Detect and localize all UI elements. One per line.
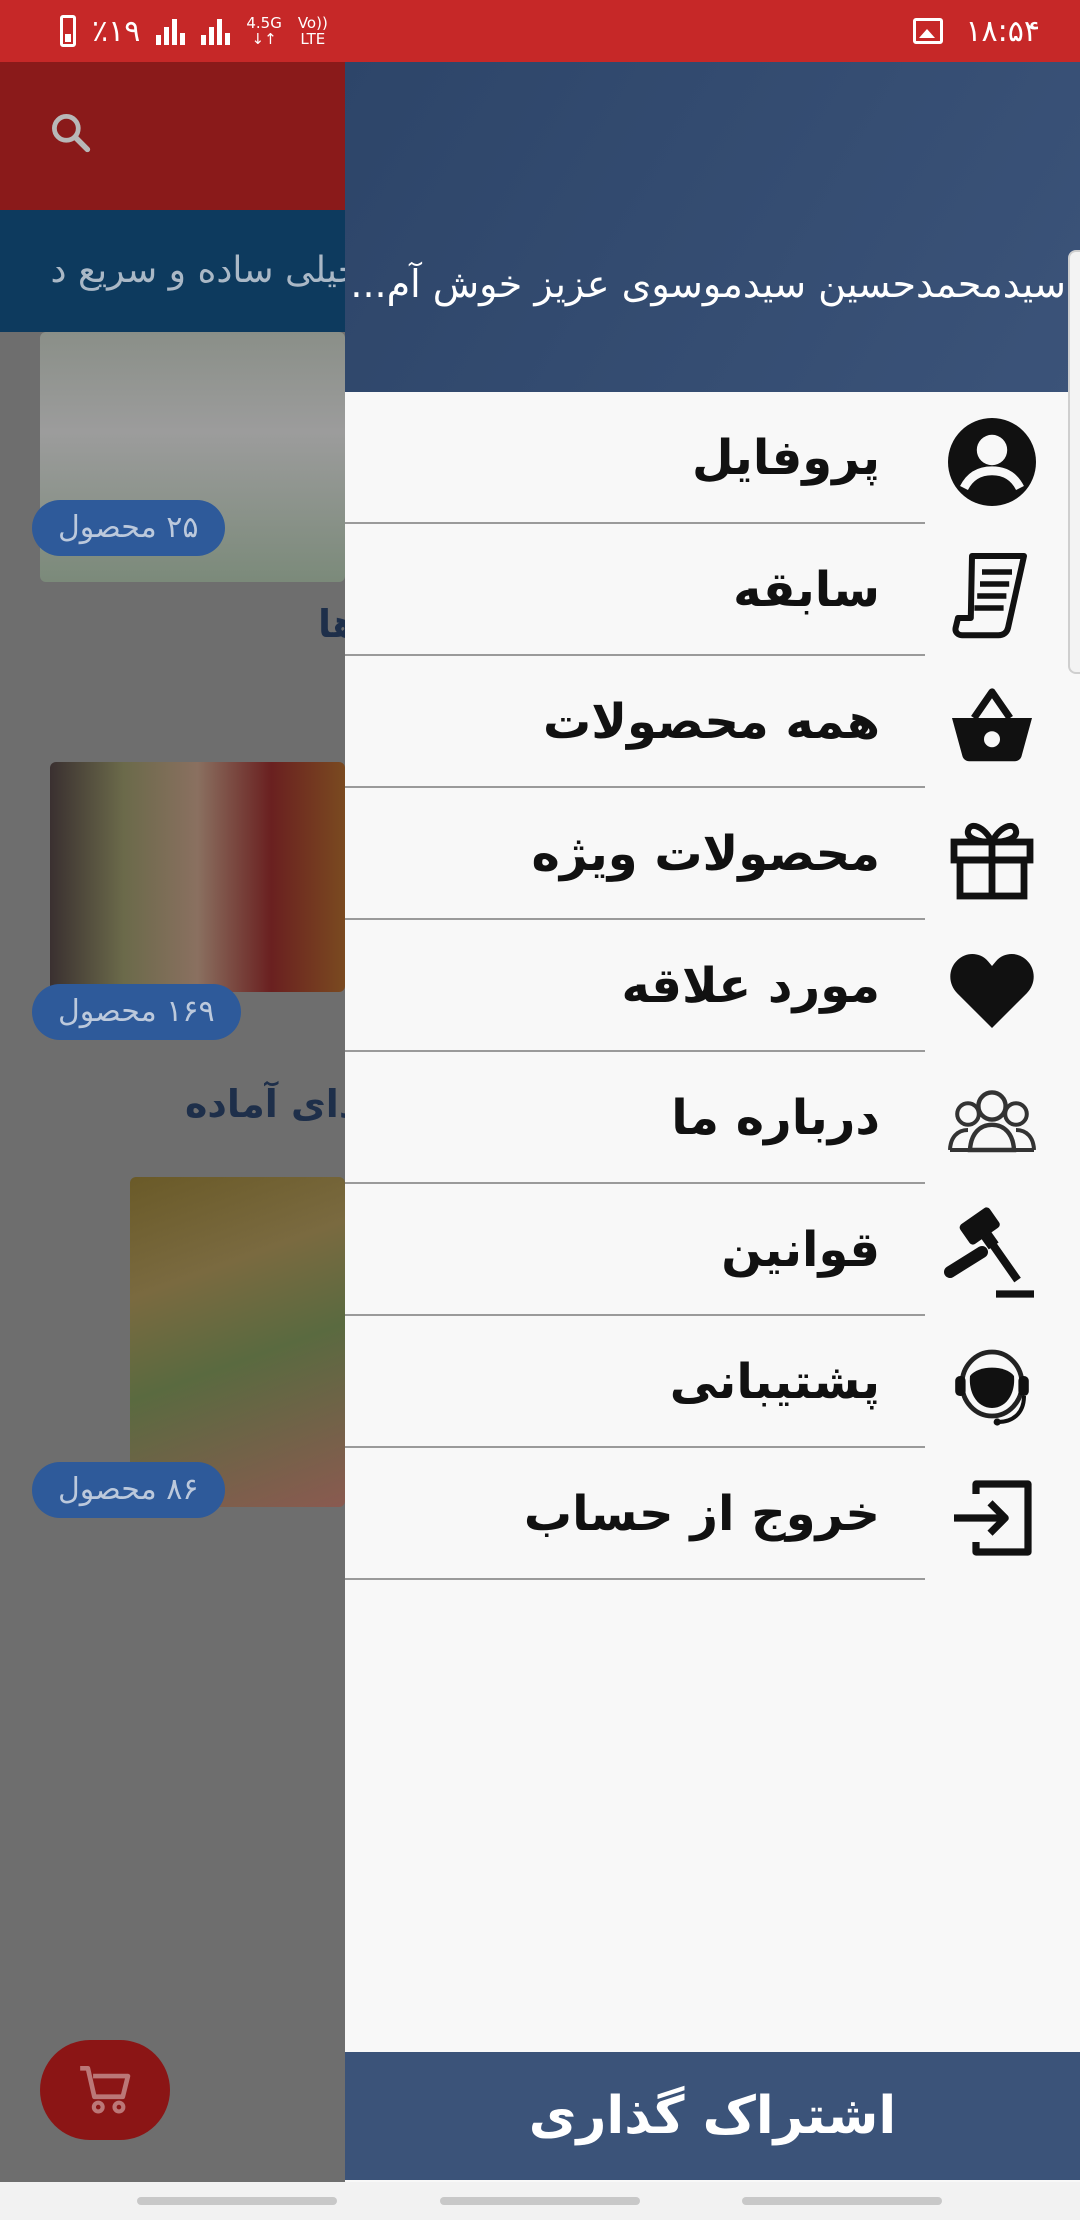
welcome-text: سیدمحمدحسین سیدموسوی عزیز خوش آم... [350, 262, 1066, 306]
drawer-menu: پروفایل سابقه همه محصولات محصولات ویژه م… [345, 392, 1080, 1580]
menu-item-terms[interactable]: قوانین [345, 1184, 1080, 1316]
navigation-drawer: سیدمحمدحسین سیدموسوی عزیز خوش آم... پروف… [345, 62, 1080, 2182]
system-navigation-bar [0, 2182, 1080, 2220]
image-notification-icon [913, 18, 944, 44]
nav-back[interactable] [742, 2197, 942, 2205]
menu-item-label: همه محصولات [543, 694, 880, 750]
menu-item-label: خروج از حساب [523, 1486, 880, 1542]
gift-icon [950, 822, 1034, 900]
drawer-header: سیدمحمدحسین سیدموسوی عزیز خوش آم... [345, 62, 1080, 392]
cart-icon [80, 2066, 131, 2114]
account-circle-icon [948, 418, 1036, 506]
status-right: ۱۸:۵۴ [913, 14, 1040, 49]
shopping-basket-icon [952, 688, 1032, 762]
gavel-icon [944, 1207, 1034, 1298]
volte-indicator: Vo)) LTE [297, 14, 328, 48]
headset-support-icon [955, 1349, 1029, 1426]
signal-icon [156, 17, 186, 45]
signal-icon-2 [201, 17, 231, 45]
heart-icon [950, 954, 1034, 1028]
category-image-drinks[interactable] [50, 762, 345, 992]
menu-item-label: قوانین [721, 1222, 880, 1278]
battery-percent: ٪۱۹ [92, 13, 141, 49]
nav-recents[interactable] [137, 2197, 337, 2205]
receipt-history-icon [952, 553, 1027, 639]
logout-icon [954, 1480, 1032, 1556]
cart-button[interactable] [40, 2040, 170, 2140]
menu-item-profile[interactable]: پروفایل [345, 392, 1080, 524]
clock: ۱۸:۵۴ [965, 13, 1040, 49]
share-button[interactable]: اشتراک گذاری [345, 2052, 1080, 2180]
category-count-badge: ۸۶ محصول [32, 1462, 225, 1518]
menu-item-history[interactable]: سابقه [345, 524, 1080, 656]
category-count-badge: ۲۵ محصول [32, 500, 225, 556]
menu-item-favorites[interactable]: مورد علاقه [345, 920, 1080, 1052]
status-left: ٪۱۹ 4.5G ↓↑ Vo)) LTE [60, 14, 328, 49]
menu-item-all-products[interactable]: همه محصولات [345, 656, 1080, 788]
menu-item-special-products[interactable]: محصولات ویژه [345, 788, 1080, 920]
menu-item-support[interactable]: پشتیبانی [345, 1316, 1080, 1448]
menu-item-label: درباره ما [671, 1090, 880, 1146]
search-icon[interactable] [48, 110, 92, 154]
menu-item-label: پروفایل [691, 430, 880, 486]
menu-item-label: محصولات ویژه [531, 826, 880, 882]
menu-item-label: مورد علاقه [621, 958, 880, 1014]
category-title: ذای آماده [185, 1082, 359, 1126]
category-image-ready-food[interactable] [130, 1177, 345, 1507]
menu-item-label: سابقه [733, 562, 880, 618]
status-bar: ٪۱۹ 4.5G ↓↑ Vo)) LTE ۱۸:۵۴ [0, 0, 1080, 62]
edge-panel-handle[interactable] [1068, 250, 1080, 674]
menu-item-label: پشتیبانی [669, 1354, 880, 1410]
network-type: 4.5G ↓↑ [246, 14, 282, 48]
battery-icon [60, 15, 76, 47]
group-users-icon [948, 1090, 1036, 1153]
menu-item-logout[interactable]: خروج از حساب [345, 1448, 1080, 1580]
menu-item-about-us[interactable]: درباره ما [345, 1052, 1080, 1184]
nav-home[interactable] [440, 2197, 640, 2205]
category-count-badge: ۱۶۹ محصول [32, 984, 241, 1040]
divider [345, 1578, 925, 1580]
